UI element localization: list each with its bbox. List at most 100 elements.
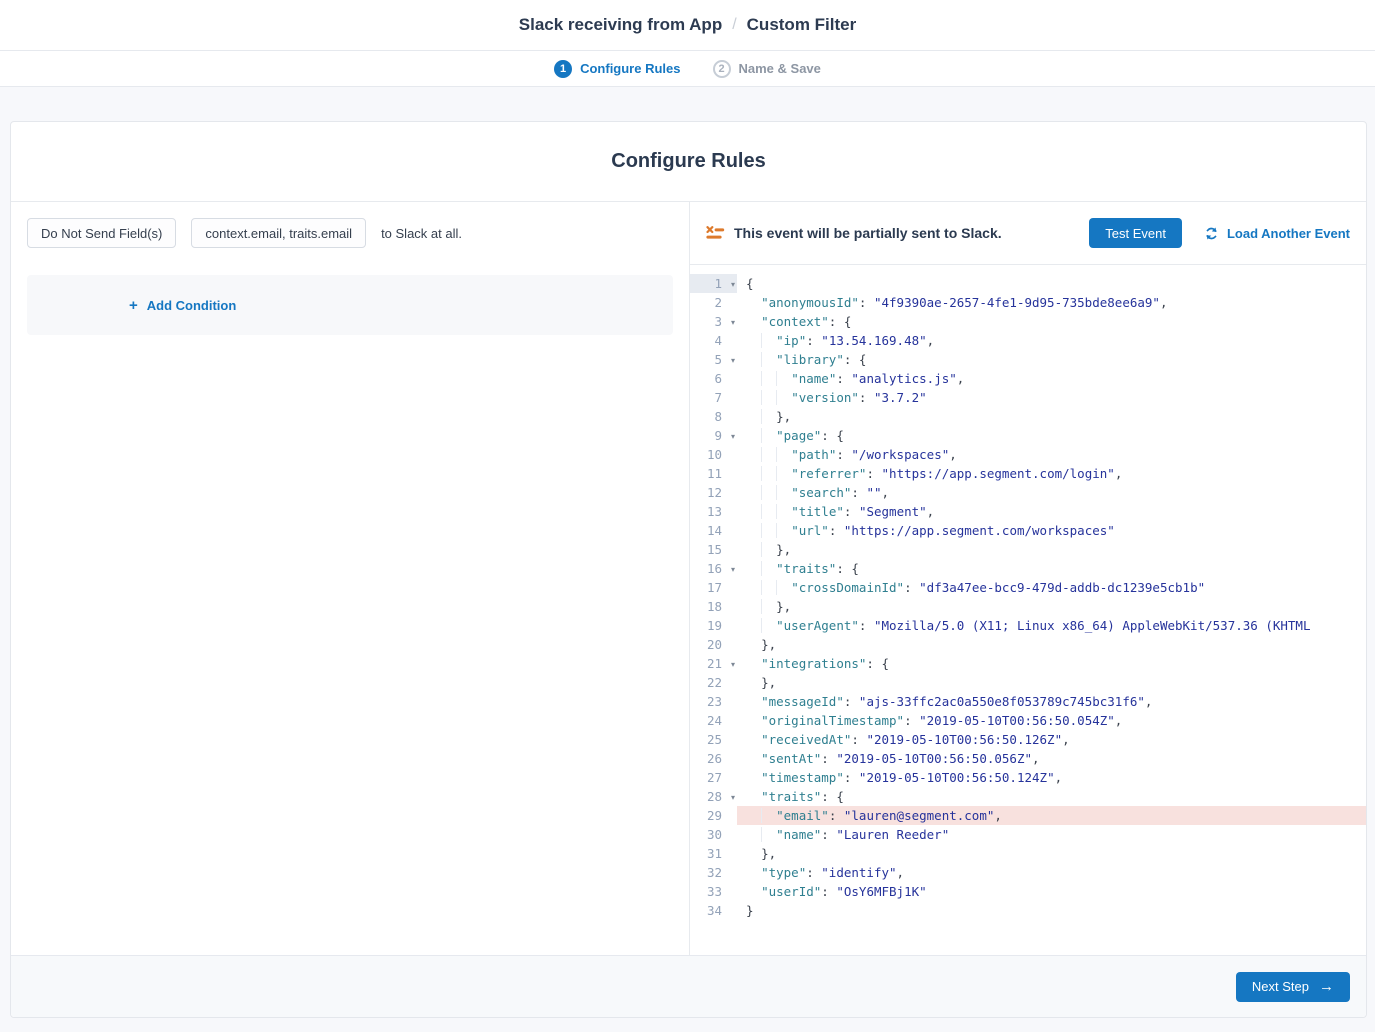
editor-line[interactable]: 14 "url": "https://app.segment.com/works…: [690, 521, 1366, 540]
editor-line-code: "ip": "13.54.169.48",: [737, 331, 1366, 350]
editor-line[interactable]: 31 },: [690, 844, 1366, 863]
editor-line[interactable]: 23 "messageId": "ajs-33ffc2ac0a550e8f053…: [690, 692, 1366, 711]
editor-line[interactable]: 33 "userId": "OsY6MFBj1K": [690, 882, 1366, 901]
load-another-event-button[interactable]: Load Another Event: [1204, 226, 1350, 241]
editor-gutter-cell: 6: [690, 369, 737, 388]
line-number: 1: [690, 274, 737, 293]
editor-line[interactable]: 21▾ "integrations": {: [690, 654, 1366, 673]
card-footer: Next Step →: [11, 955, 1366, 1017]
fold-arrow-icon[interactable]: ▾: [731, 275, 735, 294]
editor-line[interactable]: 32 "type": "identify",: [690, 863, 1366, 882]
editor-gutter-cell: 13: [690, 502, 737, 521]
line-number: 25: [690, 730, 737, 749]
card-content: Do Not Send Field(s) context.email, trai…: [11, 202, 1366, 955]
editor-gutter-cell: 34: [690, 901, 737, 920]
editor-gutter-cell: 9▾: [690, 426, 737, 445]
line-number: 14: [690, 521, 737, 540]
editor-line[interactable]: 22 },: [690, 673, 1366, 692]
editor-line[interactable]: 8 },: [690, 407, 1366, 426]
editor-line[interactable]: 13 "title": "Segment",: [690, 502, 1366, 521]
step-2-circle: 2: [713, 60, 731, 78]
editor-line[interactable]: 2 "anonymousId": "4f9390ae-2657-4fe1-9d9…: [690, 293, 1366, 312]
editor-gutter-cell: 16▾: [690, 559, 737, 578]
editor-line[interactable]: 11 "referrer": "https://app.segment.com/…: [690, 464, 1366, 483]
editor-line[interactable]: 27 "timestamp": "2019-05-10T00:56:50.124…: [690, 768, 1366, 787]
editor-line[interactable]: 12 "search": "",: [690, 483, 1366, 502]
line-number: 33: [690, 882, 737, 901]
line-number: 11: [690, 464, 737, 483]
fold-arrow-icon[interactable]: ▾: [731, 313, 735, 332]
breadcrumb-separator: /: [732, 16, 736, 34]
editor-line-code: "library": {: [737, 350, 1366, 369]
editor-line-code: "url": "https://app.segment.com/workspac…: [737, 521, 1366, 540]
editor-line-code: "anonymousId": "4f9390ae-2657-4fe1-9d95-…: [737, 293, 1366, 312]
editor-line[interactable]: 18 },: [690, 597, 1366, 616]
line-number: 9: [690, 426, 737, 445]
editor-gutter-cell: 12: [690, 483, 737, 502]
editor-gutter-cell: 14: [690, 521, 737, 540]
test-event-button[interactable]: Test Event: [1089, 218, 1182, 248]
editor-line[interactable]: 16▾ "traits": {: [690, 559, 1366, 578]
json-editor[interactable]: 1▾{2 "anonymousId": "4f9390ae-2657-4fe1-…: [690, 265, 1366, 955]
do-not-send-fields-button[interactable]: Do Not Send Field(s): [27, 218, 176, 248]
editor-line[interactable]: 4 "ip": "13.54.169.48",: [690, 331, 1366, 350]
editor-gutter-cell: 5▾: [690, 350, 737, 369]
editor-line-code: },: [737, 673, 1366, 692]
line-number: 17: [690, 578, 737, 597]
fold-arrow-icon[interactable]: ▾: [731, 655, 735, 674]
editor-line[interactable]: 15 },: [690, 540, 1366, 559]
editor-line-code: "traits": {: [737, 787, 1366, 806]
editor-line-code: "timestamp": "2019-05-10T00:56:50.124Z",: [737, 768, 1366, 787]
event-preview-panel: This event will be partially sent to Sla…: [690, 202, 1366, 955]
fold-arrow-icon[interactable]: ▾: [731, 427, 735, 446]
fold-arrow-icon[interactable]: ▾: [731, 351, 735, 370]
step-1-circle: 1: [554, 60, 572, 78]
editor-line[interactable]: 28▾ "traits": {: [690, 787, 1366, 806]
step-name-and-save[interactable]: 2 Name & Save: [713, 60, 821, 78]
editor-gutter-cell: 20: [690, 635, 737, 654]
editor-gutter-cell: 33: [690, 882, 737, 901]
line-number: 16: [690, 559, 737, 578]
editor-line[interactable]: 17 "crossDomainId": "df3a47ee-bcc9-479d-…: [690, 578, 1366, 597]
editor-gutter-cell: 3▾: [690, 312, 737, 331]
editor-line[interactable]: 3▾ "context": {: [690, 312, 1366, 331]
line-number: 29: [690, 806, 737, 825]
editor-gutter-cell: 1▾: [690, 274, 737, 293]
add-condition-button[interactable]: + Add Condition: [129, 298, 236, 313]
editor-line[interactable]: 9▾ "page": {: [690, 426, 1366, 445]
step-configure-rules[interactable]: 1 Configure Rules: [554, 60, 680, 78]
next-step-button[interactable]: Next Step →: [1236, 972, 1350, 1002]
line-number: 15: [690, 540, 737, 559]
editor-line[interactable]: 34}: [690, 901, 1366, 920]
editor-line[interactable]: 25 "receivedAt": "2019-05-10T00:56:50.12…: [690, 730, 1366, 749]
breadcrumb-source: Slack receiving from App: [519, 15, 722, 35]
editor-line[interactable]: 5▾ "library": {: [690, 350, 1366, 369]
steps-bar: 1 Configure Rules 2 Name & Save: [0, 51, 1375, 87]
filter-fields-button[interactable]: context.email, traits.email: [191, 218, 366, 248]
step-2-label: Name & Save: [739, 61, 821, 76]
editor-line-code: "path": "/workspaces",: [737, 445, 1366, 464]
fold-arrow-icon[interactable]: ▾: [731, 788, 735, 807]
editor-line[interactable]: 26 "sentAt": "2019-05-10T00:56:50.056Z",: [690, 749, 1366, 768]
editor-gutter-cell: 7: [690, 388, 737, 407]
editor-gutter-cell: 2: [690, 293, 737, 312]
editor-line[interactable]: 6 "name": "analytics.js",: [690, 369, 1366, 388]
editor-gutter-cell: 11: [690, 464, 737, 483]
editor-line[interactable]: 7 "version": "3.7.2": [690, 388, 1366, 407]
editor-line[interactable]: 20 },: [690, 635, 1366, 654]
editor-line[interactable]: 1▾{: [690, 274, 1366, 293]
line-number: 5: [690, 350, 737, 369]
editor-line[interactable]: 29 "email": "lauren@segment.com",: [690, 806, 1366, 825]
editor-gutter-cell: 15: [690, 540, 737, 559]
fold-arrow-icon[interactable]: ▾: [731, 560, 735, 579]
editor-line[interactable]: 10 "path": "/workspaces",: [690, 445, 1366, 464]
editor-line-code: "integrations": {: [737, 654, 1366, 673]
editor-gutter-cell: 30: [690, 825, 737, 844]
line-number: 26: [690, 749, 737, 768]
editor-line[interactable]: 24 "originalTimestamp": "2019-05-10T00:5…: [690, 711, 1366, 730]
line-number: 31: [690, 844, 737, 863]
editor-line[interactable]: 19 "userAgent": "Mozilla/5.0 (X11; Linux…: [690, 616, 1366, 635]
editor-line-code: },: [737, 635, 1366, 654]
rule-builder-panel: Do Not Send Field(s) context.email, trai…: [11, 202, 690, 955]
editor-line[interactable]: 30 "name": "Lauren Reeder": [690, 825, 1366, 844]
